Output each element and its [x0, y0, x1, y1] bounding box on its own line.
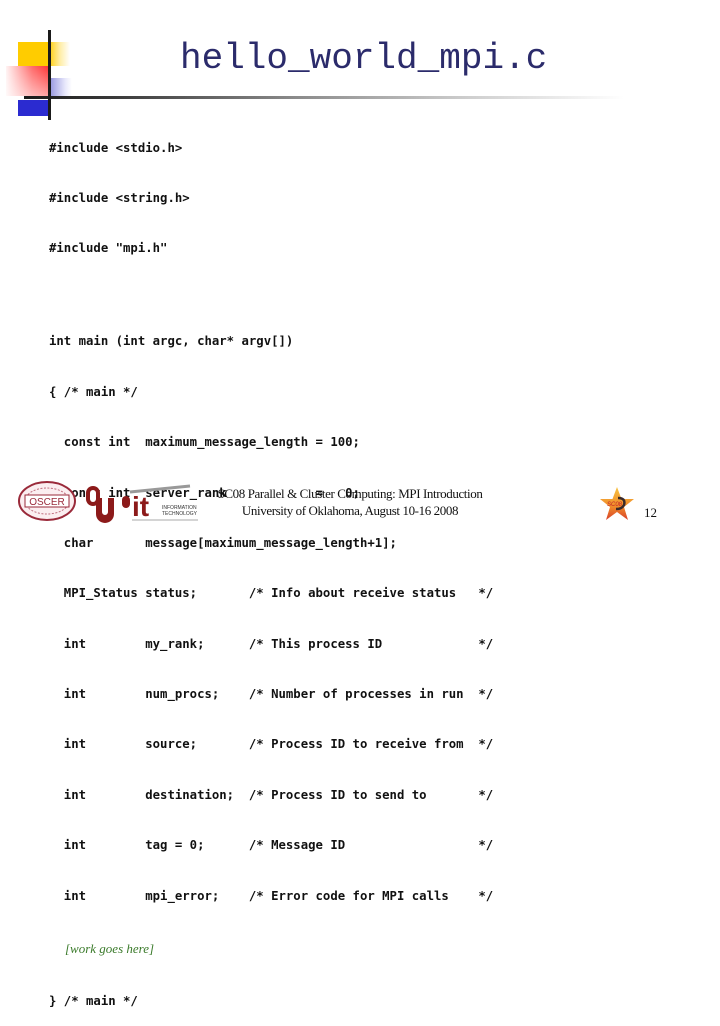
code-line: #include <string.h>	[49, 190, 190, 205]
work-goes-here-note: [work goes here]	[65, 941, 155, 957]
decor-blue-square	[18, 100, 48, 116]
code-line: int destination; /* Process ID to send t…	[49, 787, 494, 802]
sc08-star-logo: SC08	[598, 485, 636, 523]
it-logo-text: it	[132, 491, 149, 522]
code-line: MPI_Status status; /* Info about receive…	[49, 586, 494, 601]
code-line: #include "mpi.h"	[49, 241, 168, 256]
decor-red-fade	[6, 66, 50, 96]
decor-blue-fade	[50, 78, 72, 96]
footer-line-2: University of Oklahoma, August 10-16 200…	[241, 503, 459, 518]
code-line: #include <stdio.h>	[49, 140, 183, 155]
decor-yellow-square	[18, 42, 70, 66]
slide-title: hello_world_mpi.c	[180, 38, 548, 79]
footer-caption: SC08 Parallel & Cluster Computing: MPI I…	[180, 485, 520, 519]
oscer-logo: OSCER	[17, 480, 77, 522]
code-line: { /* main */	[49, 384, 138, 399]
page-number: 12	[644, 505, 657, 520]
svg-text:SC08: SC08	[607, 502, 623, 508]
ou-logo	[84, 484, 116, 524]
footer-line-1: SC08 Parallel & Cluster Computing: MPI I…	[217, 486, 483, 501]
code-line: int num_procs; /* Number of processes in…	[49, 687, 494, 702]
code-closing-line: } /* main */	[49, 993, 138, 1008]
oscer-logo-text: OSCER	[29, 497, 65, 508]
code-line: const int maximum_message_length = 100;	[49, 435, 360, 450]
code-line: int tag = 0; /* Message ID */	[49, 838, 494, 853]
code-line: char message[maximum_message_length+1];	[49, 535, 397, 550]
code-block: #include <stdio.h> #include <string.h> #…	[49, 106, 493, 1026]
code-line: int mpi_error; /* Error code for MPI cal…	[49, 888, 494, 903]
code-line: int source; /* Process ID to receive fro…	[49, 737, 494, 752]
code-line: int main (int argc, char* argv[])	[49, 334, 294, 349]
title-underline	[24, 96, 624, 99]
code-line: int my_rank; /* This process ID */	[49, 636, 494, 651]
